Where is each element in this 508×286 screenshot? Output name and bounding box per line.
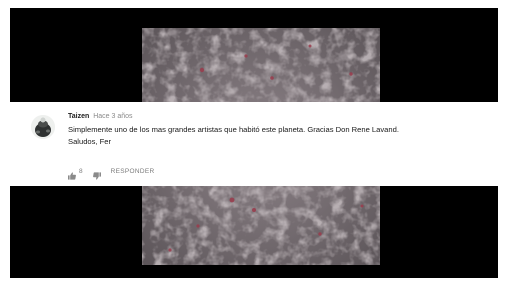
thumbs-down-icon[interactable] xyxy=(92,167,101,180)
comment-actions: 8 RESPONDER xyxy=(68,166,155,180)
comment-timestamp[interactable]: Hace 3 años xyxy=(93,113,132,120)
comment-card: Taizen Hace 3 años Simplemente uno de lo… xyxy=(10,102,498,186)
avatar[interactable] xyxy=(31,115,55,139)
avatar-icon xyxy=(31,115,55,139)
like-count: 8 xyxy=(79,167,83,175)
comment-text-line-1: Simplemente uno de los mas grandes artis… xyxy=(68,125,399,134)
thumbs-up-icon[interactable] xyxy=(68,167,76,180)
comment-author[interactable]: Taizen xyxy=(68,113,89,120)
comment-meta: Taizen Hace 3 años xyxy=(68,112,133,121)
comment-text: Simplemente uno de los mas grandes artis… xyxy=(68,124,496,148)
reply-button[interactable]: RESPONDER xyxy=(111,168,155,175)
comment-text-line-2: Saludos, Fer xyxy=(68,137,112,146)
